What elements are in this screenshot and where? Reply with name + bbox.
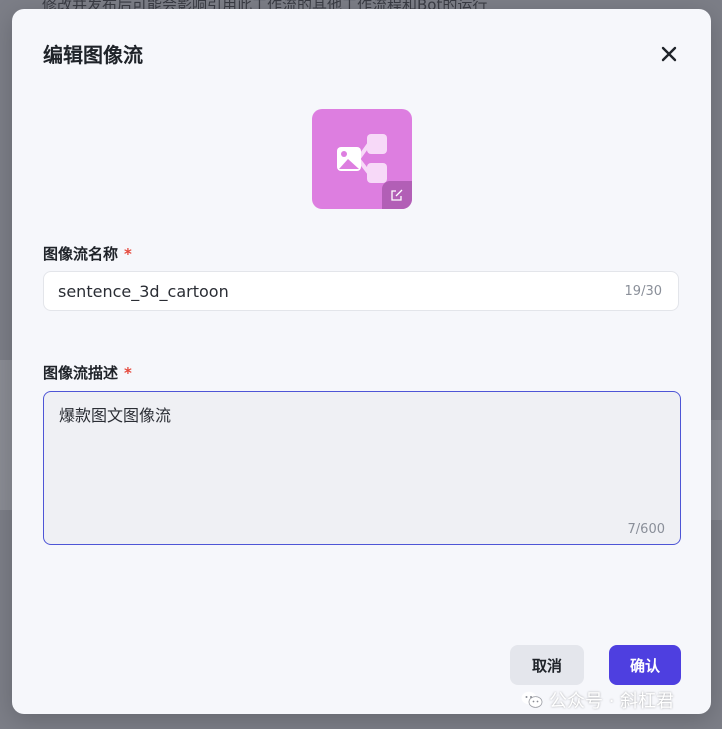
wechat-icon: [521, 691, 543, 708]
desc-label-text: 图像流描述: [43, 364, 119, 382]
name-field-label: 图像流名称 *: [43, 243, 132, 264]
name-input[interactable]: sentence_3d_cartoon 19/30: [43, 271, 679, 311]
name-label-text: 图像流名称: [43, 245, 119, 263]
edit-icon: [391, 189, 403, 201]
watermark-text: 公众号 · 斜杠君: [549, 691, 675, 712]
required-mark: *: [124, 245, 132, 263]
dialog-title: 编辑图像流: [43, 43, 143, 67]
required-mark: *: [124, 364, 132, 382]
close-button[interactable]: [657, 42, 681, 66]
image-flow-avatar[interactable]: [312, 109, 412, 209]
desc-textarea-value: 爆款图文图像流: [59, 406, 172, 425]
edit-image-flow-dialog: 编辑图像流 图像流名称 * sentence_3d_cartoon 19/30 图…: [12, 9, 711, 714]
avatar-edit-button[interactable]: [382, 181, 412, 209]
close-icon: [661, 46, 677, 62]
name-char-counter: 19/30: [624, 283, 662, 299]
watermark: 公众号 · 斜杠君: [521, 687, 674, 713]
desc-field-label: 图像流描述 *: [43, 362, 132, 383]
confirm-button[interactable]: 确认: [609, 645, 681, 685]
desc-char-counter: 7/600: [627, 522, 665, 537]
description-textarea[interactable]: 爆款图文图像流 7/600: [43, 391, 681, 545]
name-input-value: sentence_3d_cartoon: [58, 281, 229, 301]
cancel-button[interactable]: 取消: [510, 645, 584, 685]
backdrop-strip: [0, 360, 12, 510]
backdrop-strip: [711, 420, 722, 520]
